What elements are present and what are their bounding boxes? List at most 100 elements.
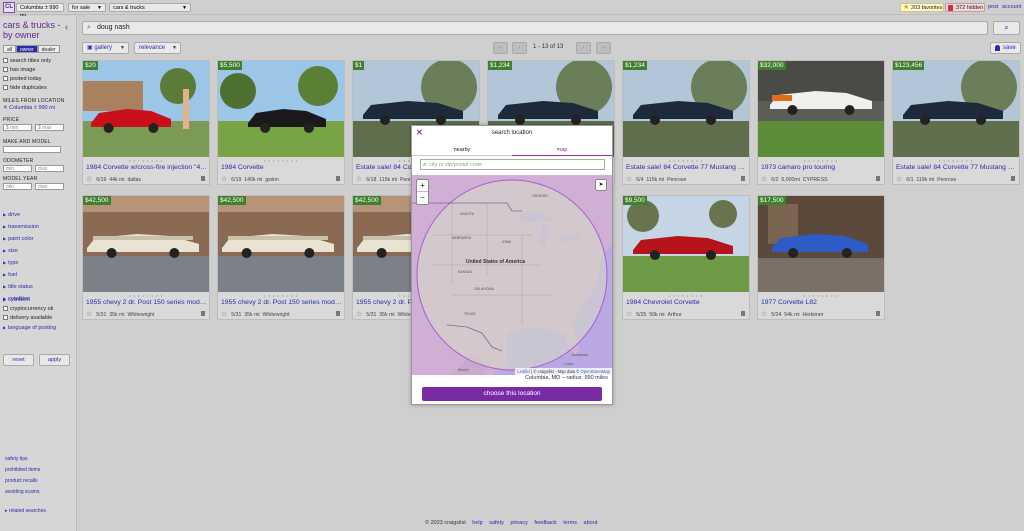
- listing-image[interactable]: [758, 196, 884, 292]
- image-pager-dots[interactable]: • • • • • • • •: [83, 293, 209, 298]
- listing-title[interactable]: 1977 Corvette L82: [761, 299, 883, 306]
- facet-fuel[interactable]: ▶ fuel: [3, 272, 17, 278]
- listing-image[interactable]: [623, 61, 749, 157]
- listing-card[interactable]: $42,500 • • • • • • • •1955 chevy 2 dr. P…: [217, 195, 345, 320]
- next-page-button[interactable]: ›: [576, 42, 591, 54]
- listing-card[interactable]: $20 • • • • • • • • 1984 Corvette w/cross-…: [82, 60, 210, 185]
- listing-card[interactable]: $9,500 • • • • • • • • 1984 Chevrolet Corv…: [622, 195, 750, 320]
- favorites-button[interactable]: ★ 203 favorites: [900, 3, 944, 12]
- listing-card[interactable]: $17,500 • • • • • • • • 1977 Corvette L82 ☆…: [757, 195, 885, 320]
- listing-card[interactable]: $1,234 • • • • • • • •Estate sale! 84 Cor…: [622, 60, 750, 185]
- favorite-star-icon[interactable]: ☆: [896, 176, 902, 183]
- listing-image[interactable]: [893, 61, 1019, 157]
- tab-nearby[interactable]: nearby: [412, 147, 512, 153]
- listing-image[interactable]: [83, 196, 209, 292]
- avoiding-scams-link[interactable]: avoiding scams: [5, 489, 39, 495]
- zoom-out-button[interactable]: −: [417, 192, 428, 204]
- favorite-star-icon[interactable]: ☆: [626, 311, 632, 318]
- footer-about-link[interactable]: about: [584, 520, 598, 526]
- save-search-button[interactable]: save: [990, 42, 1021, 54]
- favorite-star-icon[interactable]: ☆: [356, 176, 362, 183]
- delivery-checkbox[interactable]: delivery available: [3, 315, 52, 322]
- image-pager-dots[interactable]: • • • • • • • •: [758, 293, 884, 298]
- category-select[interactable]: cars & trucks ▼: [109, 3, 191, 12]
- facet-type[interactable]: ▶ type: [3, 260, 18, 266]
- location-map[interactable]: United States of America DAKOTA NEBRASKA…: [412, 175, 612, 375]
- year-min-input[interactable]: min: [3, 183, 32, 190]
- odometer-min-input[interactable]: min: [3, 165, 32, 172]
- hide-listing-icon[interactable]: [741, 311, 745, 316]
- make-model-input[interactable]: [3, 146, 61, 153]
- safety-tips-link[interactable]: safety tips: [5, 456, 28, 462]
- favorite-star-icon[interactable]: ☆: [761, 176, 767, 183]
- favorite-star-icon[interactable]: ☆: [221, 311, 227, 318]
- facet-cylinders[interactable]: ▶ cylinders: [3, 297, 30, 303]
- hide-listing-icon[interactable]: [336, 311, 340, 316]
- hide-listing-icon[interactable]: [741, 176, 745, 181]
- miles-value[interactable]: ✕ Columbia ± 990 mi: [3, 105, 55, 111]
- listing-card[interactable]: $5,500 • • • • • • • • 1984 Corvette ☆ 6/19 …: [217, 60, 345, 185]
- city-zip-input[interactable]: ⌕ city or zip/postal code: [420, 159, 605, 170]
- tab-map[interactable]: map: [512, 147, 612, 156]
- listing-image[interactable]: [623, 196, 749, 292]
- favorite-star-icon[interactable]: ☆: [626, 176, 632, 183]
- listing-title[interactable]: Estate sale! 84 Corvette 77 Mustang 02 .…: [896, 164, 1018, 171]
- crypto-checkbox[interactable]: cryptocurrency ok: [3, 306, 53, 313]
- listing-title[interactable]: 1973 camaro pro touring: [761, 164, 883, 171]
- hidden-button[interactable]: 372 hidden: [945, 3, 985, 12]
- sort-selector[interactable]: relevance ▼: [134, 42, 181, 54]
- image-pager-dots[interactable]: • • • • • • • •: [623, 158, 749, 163]
- footer-terms-link[interactable]: terms: [563, 520, 577, 526]
- listing-title[interactable]: 1984 Chevrolet Corvette: [626, 299, 748, 306]
- related-searches-link[interactable]: ▸ related searches: [5, 508, 46, 514]
- listing-card[interactable]: $123,456 • • • • • • • • Estate sale! 84 C…: [892, 60, 1020, 185]
- favorite-star-icon[interactable]: ☆: [86, 311, 92, 318]
- listing-title[interactable]: 1955 chevy 2 dr. Post 150 series model .…: [221, 299, 343, 306]
- prohibited-items-link[interactable]: prohibited items: [5, 467, 40, 473]
- image-pager-dots[interactable]: • • • • • • • •: [893, 158, 1019, 163]
- facet-title-status[interactable]: ▶ title status: [3, 284, 33, 290]
- hide-listing-icon[interactable]: [876, 311, 880, 316]
- hide-listing-icon[interactable]: [201, 176, 205, 181]
- listing-title[interactable]: 1984 Corvette: [221, 164, 343, 171]
- facet-transmission[interactable]: ▶ transmission: [3, 224, 39, 230]
- location-selector[interactable]: Columbia ± 990 mi: [16, 3, 64, 19]
- facet-language[interactable]: ▶ language of posting: [3, 325, 56, 331]
- hide-duplicates-checkbox[interactable]: hide duplicates: [3, 85, 47, 92]
- listing-title[interactable]: Estate sale! 84 Corvette 77 Mustang 02 .…: [626, 164, 748, 171]
- reset-button[interactable]: reset: [3, 354, 34, 366]
- facet-paint-color[interactable]: ▶ paint color: [3, 236, 33, 242]
- product-recalls-link[interactable]: product recalls: [5, 478, 38, 484]
- seg-all[interactable]: all: [3, 45, 17, 53]
- footer-feedback-link[interactable]: feedback: [534, 520, 556, 526]
- price-max-input[interactable]: $ max: [35, 124, 64, 131]
- favorite-star-icon[interactable]: ☆: [356, 311, 362, 318]
- search-button[interactable]: ⌕: [993, 21, 1020, 35]
- seg-owner[interactable]: owner: [16, 45, 38, 53]
- hide-listing-icon[interactable]: [201, 311, 205, 316]
- osm-link[interactable]: OpenStreetMap: [580, 369, 610, 374]
- category-title[interactable]: cars & trucks - by owner: [3, 20, 63, 40]
- search-titles-checkbox[interactable]: search titles only: [3, 58, 51, 65]
- listing-title[interactable]: 1984 Corvette w/cross-fire injection "44…: [86, 164, 208, 171]
- facet-drive[interactable]: ▶ drive: [3, 212, 20, 218]
- zoom-in-button[interactable]: +: [417, 180, 428, 192]
- favorite-star-icon[interactable]: ☆: [86, 176, 92, 183]
- seg-dealer[interactable]: dealer: [37, 45, 60, 53]
- listing-image[interactable]: [758, 61, 884, 157]
- first-page-button[interactable]: «: [493, 42, 508, 54]
- footer-help-link[interactable]: help: [472, 520, 482, 526]
- listing-image[interactable]: [218, 61, 344, 157]
- craigslist-logo[interactable]: CL: [3, 2, 15, 13]
- listing-card[interactable]: $32,000 • • • • • • • • 1973 camaro pro to…: [757, 60, 885, 185]
- favorite-star-icon[interactable]: ☆: [761, 311, 767, 318]
- image-pager-dots[interactable]: • • • • • • • •: [83, 158, 209, 163]
- footer-privacy-link[interactable]: privacy: [510, 520, 527, 526]
- collapse-sidebar-icon[interactable]: ‹: [65, 22, 68, 32]
- account-link[interactable]: account: [1002, 3, 1021, 12]
- image-pager-dots[interactable]: • • • • • • • •: [218, 293, 344, 298]
- last-page-button[interactable]: »: [596, 42, 611, 54]
- hide-listing-icon[interactable]: [876, 176, 880, 181]
- choose-location-button[interactable]: choose this location: [422, 387, 602, 401]
- odometer-max-input[interactable]: max: [35, 165, 64, 172]
